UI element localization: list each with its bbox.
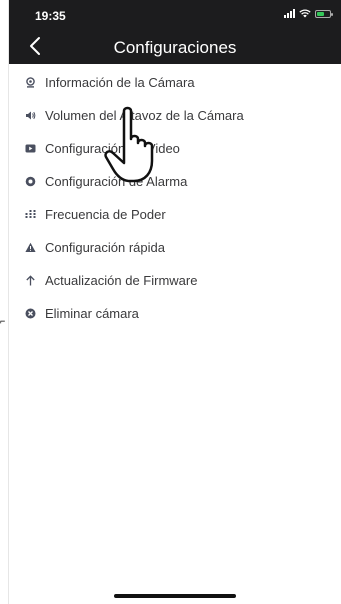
home-indicator xyxy=(114,594,236,598)
speaker-icon xyxy=(25,110,36,121)
cellular-signal-icon xyxy=(284,9,295,18)
video-icon xyxy=(25,143,36,154)
settings-item-label: Frecuencia de Poder xyxy=(45,207,166,222)
warning-triangle-icon xyxy=(25,242,36,253)
settings-item-label: Configuración rápida xyxy=(45,240,165,255)
battery-icon xyxy=(315,9,333,18)
settings-item-power-frequency[interactable]: Frecuencia de Poder xyxy=(9,198,341,231)
wifi-icon xyxy=(299,9,311,18)
camera-info-icon xyxy=(25,77,36,88)
page-title: Configuraciones xyxy=(113,38,237,57)
frequency-icon xyxy=(25,209,36,220)
settings-item-camera-info[interactable]: Información de la Cámara xyxy=(9,66,341,99)
battery-level xyxy=(317,11,324,16)
arrow-up-icon xyxy=(25,275,36,286)
header-bar: 19:35 Configuraciones xyxy=(9,0,341,64)
pointing-hand-icon xyxy=(104,106,154,183)
alarm-icon xyxy=(25,176,36,187)
settings-item-quick-setup[interactable]: Configuración rápida xyxy=(9,231,341,264)
phone-screen: 19:35 Configuraciones Información de la … xyxy=(8,0,341,604)
settings-item-label: Información de la Cámara xyxy=(45,75,195,90)
remove-icon xyxy=(25,308,36,319)
settings-item-remove-camera[interactable]: Eliminar cámara xyxy=(9,297,341,330)
settings-item-firmware-update[interactable]: Actualización de Firmware xyxy=(9,264,341,297)
settings-item-label: Actualización de Firmware xyxy=(45,273,198,288)
status-icons xyxy=(284,9,333,18)
status-time: 19:35 xyxy=(35,9,66,23)
margin-mark: ⌐ xyxy=(0,316,6,326)
settings-item-label: Eliminar cámara xyxy=(45,306,139,321)
